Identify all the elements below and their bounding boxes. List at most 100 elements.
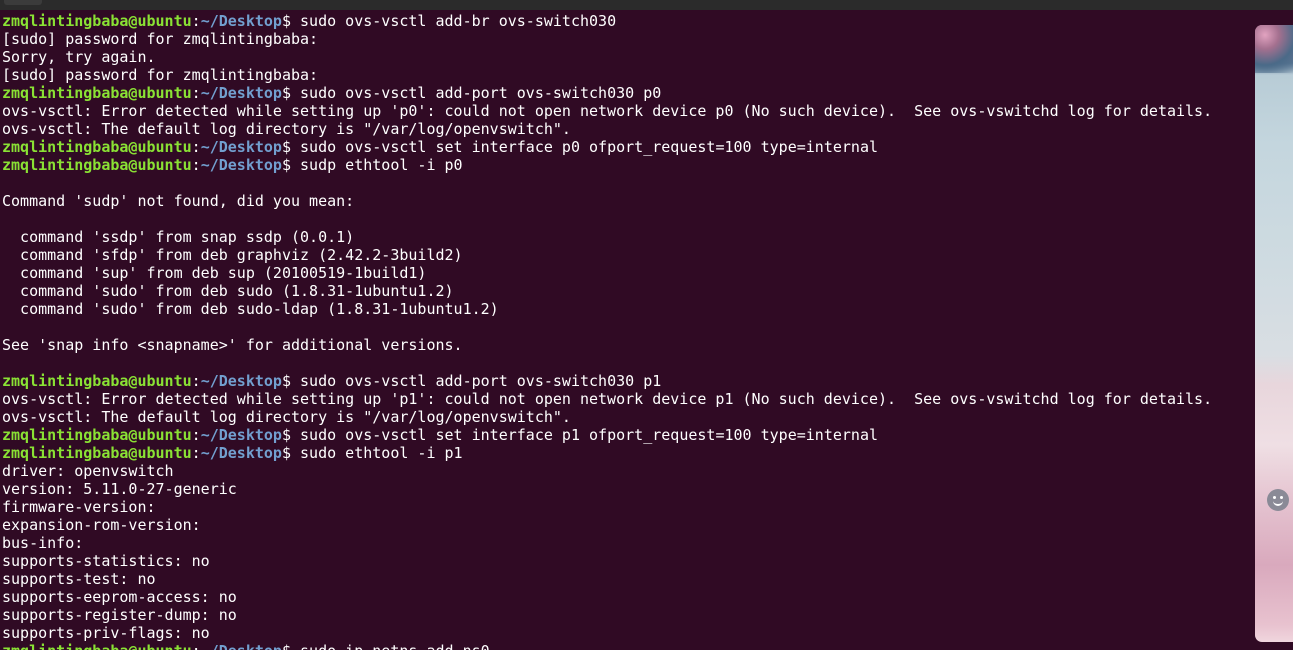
prompt-user-host: zmqlintingbaba@ubuntu <box>2 426 192 444</box>
command-text: sudp ethtool -i p0 <box>300 156 463 174</box>
command-text: sudo ovs-vsctl add-port ovs-switch030 p0 <box>300 84 662 102</box>
output-text: command 'sudo' from deb sudo (1.8.31-1ub… <box>2 282 454 300</box>
prompt-dollar: $ <box>281 138 301 156</box>
output-line: command 'sup' from deb sup (20100519-1bu… <box>2 264 1252 282</box>
output-line: [sudo] password for zmqlintingbaba: <box>2 30 1252 48</box>
output-text: ovs-vsctl: Error detected while setting … <box>2 102 1213 120</box>
prompt-line: zmqlintingbaba@ubuntu:~/Desktop$ sudo ov… <box>2 426 1252 444</box>
command-text: sudo ip netns add ns0 <box>300 642 490 650</box>
output-line: See 'snap info <snapname>' for additiona… <box>2 336 1252 354</box>
output-text: supports-test: no <box>2 570 156 588</box>
output-text: [sudo] password for zmqlintingbaba: <box>2 66 319 84</box>
prompt-line: zmqlintingbaba@ubuntu:~/Desktop$ sudp et… <box>2 156 1252 174</box>
prompt-line: zmqlintingbaba@ubuntu:~/Desktop$ sudo et… <box>2 444 1252 462</box>
output-line: supports-eeprom-access: no <box>2 588 1252 606</box>
window-top-bar <box>0 0 1293 10</box>
prompt-path: ~/Desktop <box>201 642 282 650</box>
output-line: ovs-vsctl: The default log directory is … <box>2 408 1252 426</box>
output-text: [sudo] password for zmqlintingbaba: <box>2 30 319 48</box>
output-line: command 'sudo' from deb sudo-ldap (1.8.3… <box>2 300 1252 318</box>
prompt-colon: : <box>191 426 201 444</box>
prompt-colon: : <box>191 444 201 462</box>
output-text: ovs-vsctl: The default log directory is … <box>2 408 571 426</box>
command-text: sudo ethtool -i p1 <box>300 444 463 462</box>
output-text: command 'sup' from deb sup (20100519-1bu… <box>2 264 427 282</box>
prompt-dollar: $ <box>282 642 300 650</box>
output-text: supports-register-dump: no <box>2 606 237 624</box>
output-text: bus-info: <box>2 534 84 552</box>
output-text: expansion-rom-version: <box>2 516 201 534</box>
output-line: ovs-vsctl: The default log directory is … <box>2 120 1252 138</box>
prompt-line: zmqlintingbaba@ubuntu:~/Desktop$ sudo ov… <box>2 372 1252 390</box>
side-panel-wallpaper <box>1255 25 1293 642</box>
prompt-dollar: $ <box>281 84 301 102</box>
output-text: ovs-vsctl: Error detected while setting … <box>2 390 1213 408</box>
prompt-dollar: $ <box>281 372 301 390</box>
smiley-mouth <box>1273 499 1283 506</box>
prompt-user-host: zmqlintingbaba@ubuntu <box>2 12 192 30</box>
prompt-user-host: zmqlintingbaba@ubuntu <box>2 84 192 102</box>
command-text: sudo ovs-vsctl set interface p1 ofport_r… <box>300 426 878 444</box>
output-text: command 'ssdp' from snap ssdp (0.0.1) <box>2 228 355 246</box>
command-text: sudo ovs-vsctl add-port ovs-switch030 p1 <box>300 372 662 390</box>
prompt-colon: : <box>191 372 201 390</box>
output-line: supports-register-dump: no <box>2 606 1252 624</box>
prompt-colon: : <box>191 138 201 156</box>
output-text: ovs-vsctl: The default log directory is … <box>2 120 571 138</box>
prompt-dollar: $ <box>281 426 301 444</box>
output-text: See 'snap info <snapname>' for additiona… <box>2 336 463 354</box>
prompt-path: ~/Desktop <box>200 156 282 174</box>
prompt-colon: : <box>192 642 201 650</box>
prompt-colon: : <box>191 12 201 30</box>
terminal-output[interactable]: zmqlintingbaba@ubuntu:~/Desktop$ sudo ov… <box>2 12 1252 650</box>
output-line: driver: openvswitch <box>2 462 1252 480</box>
prompt-path: ~/Desktop <box>200 444 282 462</box>
prompt-dollar: $ <box>281 156 301 174</box>
output-line: firmware-version: <box>2 498 1252 516</box>
prompt-user-host: zmqlintingbaba@ubuntu <box>2 372 192 390</box>
prompt-dollar: $ <box>281 444 301 462</box>
prompt-user-host: zmqlintingbaba@ubuntu <box>2 642 192 650</box>
output-line: Sorry, try again. <box>2 48 1252 66</box>
output-line: command 'sfdp' from deb graphviz (2.42.2… <box>2 246 1252 264</box>
output-line: supports-test: no <box>2 570 1252 588</box>
output-line: Command 'sudp' not found, did you mean: <box>2 192 1252 210</box>
command-text: sudo ovs-vsctl set interface p0 ofport_r… <box>300 138 878 156</box>
smiley-icon[interactable] <box>1267 489 1289 511</box>
prompt-line: zmqlintingbaba@ubuntu:~/Desktop$ sudo ov… <box>2 84 1252 102</box>
prompt-path: ~/Desktop <box>200 138 282 156</box>
output-line: ovs-vsctl: Error detected while setting … <box>2 102 1252 120</box>
output-text: Sorry, try again. <box>2 48 156 66</box>
prompt-user-host: zmqlintingbaba@ubuntu <box>2 156 192 174</box>
output-text: supports-eeprom-access: no <box>2 588 237 606</box>
prompt-line: zmqlintingbaba@ubuntu:~/Desktop$ sudo ip… <box>2 642 1252 650</box>
output-line: bus-info: <box>2 534 1252 552</box>
output-text: driver: openvswitch <box>2 462 174 480</box>
top-bar-tab[interactable] <box>4 0 42 5</box>
prompt-path: ~/Desktop <box>200 426 282 444</box>
prompt-path: ~/Desktop <box>200 84 282 102</box>
output-text: version: 5.11.0-27-generic <box>2 480 237 498</box>
output-text: supports-priv-flags: no <box>2 624 210 642</box>
prompt-user-host: zmqlintingbaba@ubuntu <box>2 444 192 462</box>
prompt-line: zmqlintingbaba@ubuntu:~/Desktop$ sudo ov… <box>2 12 1252 30</box>
prompt-dollar: $ <box>281 12 301 30</box>
output-text: command 'sudo' from deb sudo-ldap (1.8.3… <box>2 300 499 318</box>
output-text: Command 'sudp' not found, did you mean: <box>2 192 355 210</box>
output-text: command 'sfdp' from deb graphviz (2.42.2… <box>2 246 463 264</box>
output-line: expansion-rom-version: <box>2 516 1252 534</box>
output-line: ovs-vsctl: Error detected while setting … <box>2 390 1252 408</box>
prompt-line: zmqlintingbaba@ubuntu:~/Desktop$ sudo ov… <box>2 138 1252 156</box>
prompt-colon: : <box>191 84 201 102</box>
side-panel-thumbnail <box>1255 25 1293 73</box>
command-text: sudo ovs-vsctl add-br ovs-switch030 <box>300 12 617 30</box>
output-line: command 'ssdp' from snap ssdp (0.0.1) <box>2 228 1252 246</box>
prompt-colon: : <box>191 156 201 174</box>
prompt-path: ~/Desktop <box>200 12 282 30</box>
output-line: supports-statistics: no <box>2 552 1252 570</box>
output-line: command 'sudo' from deb sudo (1.8.31-1ub… <box>2 282 1252 300</box>
